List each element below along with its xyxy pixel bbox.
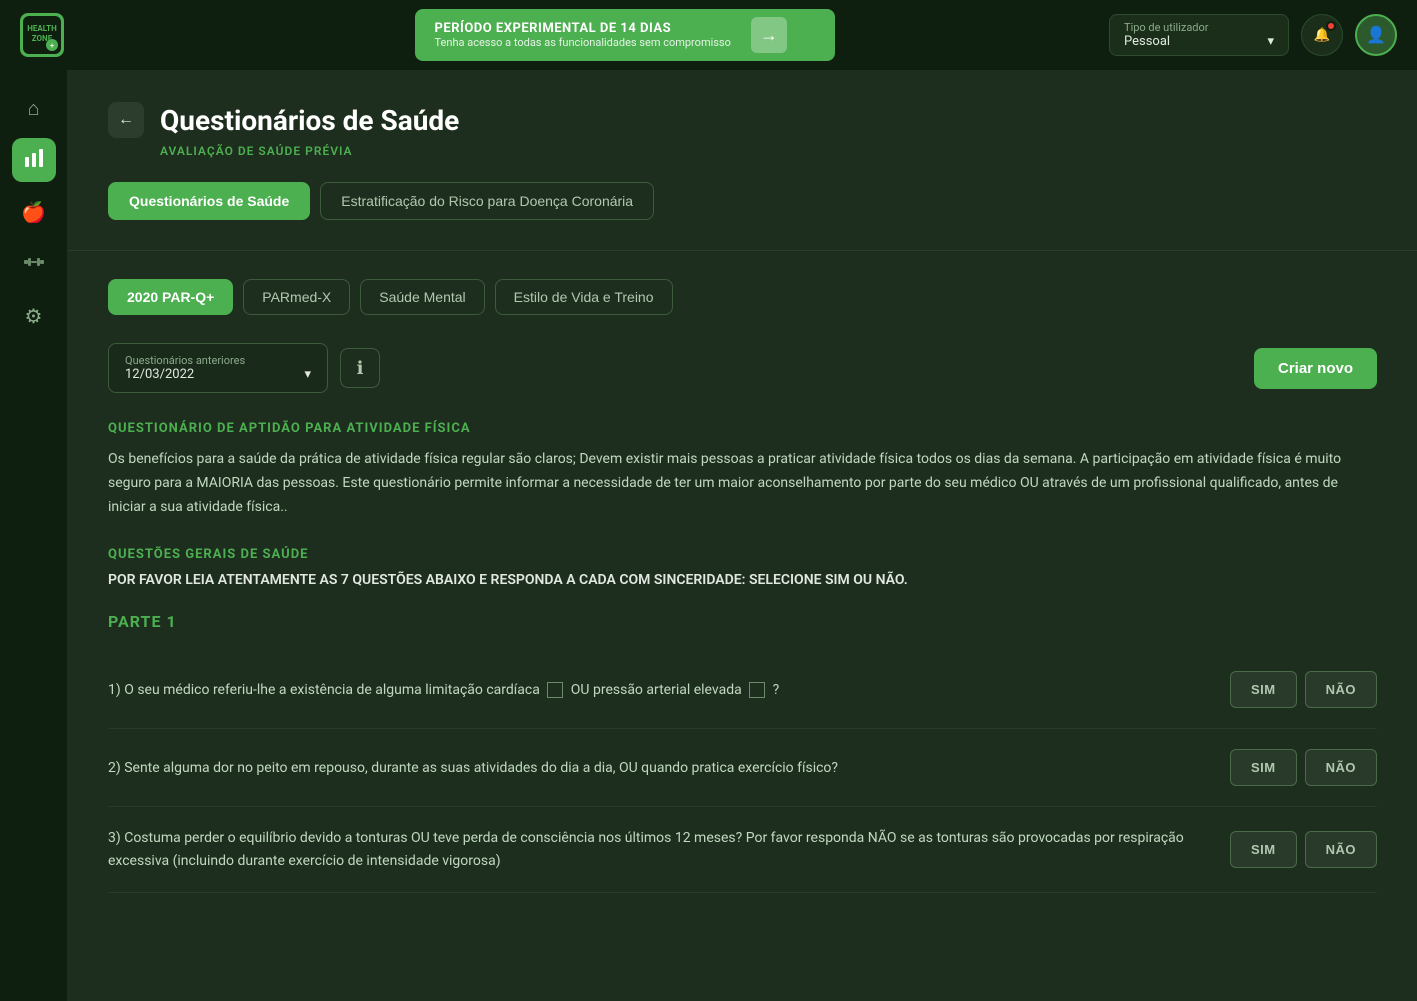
controls-row: Questionários anteriores 12/03/2022 ▾ ℹ … [108,343,1377,393]
home-icon: ⌂ [27,96,39,121]
sub-tabs: 2020 PAR-Q+ PARmed-X Saúde Mental Estilo… [108,279,1377,315]
trial-title: PERÍODO EXPERIMENTAL DE 14 DIAS [435,21,731,36]
q2-answer-buttons: SIM NÃO [1230,749,1377,786]
nav-right: Tipo de utilizador Pessoal ▾ 🔔 👤 [1109,14,1397,56]
trial-sub: Tenha acesso a todas as funcionalidades … [435,36,731,49]
topnav: HEALTH ZONE + PERÍODO EXPERIMENTAL DE 14… [0,0,1417,70]
page-header: ← Questionários de Saúde [108,102,1377,138]
logo-icon: HEALTH ZONE + [20,13,64,57]
user-type-value: Pessoal ▾ [1124,34,1274,49]
tab-stratification[interactable]: Estratificação do Risco para Doença Coro… [320,182,654,220]
subtab-parmed[interactable]: PARmed-X [243,279,350,315]
q1-text-before: 1) O seu médico referiu-lhe a existência… [108,682,543,698]
q2-sim-button[interactable]: SIM [1230,749,1297,786]
sidebar-item-settings[interactable]: ⚙ [12,294,56,338]
avatar-button[interactable]: 👤 [1355,14,1397,56]
q3-sim-button[interactable]: SIM [1230,831,1297,868]
page-title: Questionários de Saúde [160,104,459,137]
page-subtitle: AVALIAÇÃO DE SAÚDE PRÉVIA [160,144,1377,158]
apple-icon: 🍎 [21,200,46,224]
trial-box[interactable]: PERÍODO EXPERIMENTAL DE 14 DIAS Tenha ac… [415,9,835,61]
q1-text-after: ? [773,682,780,698]
trial-arrow-button[interactable]: → [751,17,787,53]
q3-nao-button[interactable]: NÃO [1305,831,1377,868]
question-2-text: 2) Sente alguma dor no peito em repouso,… [108,757,1214,779]
question-row-3: 3) Costuma perder o equilíbrio devido a … [108,807,1377,893]
q2-nao-button[interactable]: NÃO [1305,749,1377,786]
subtab-lifestyle[interactable]: Estilo de Vida e Treino [495,279,673,315]
chevron-down-icon: ▾ [304,367,311,382]
q1-sim-button[interactable]: SIM [1230,671,1297,708]
user-icon: 👤 [1366,25,1386,45]
svg-text:+: + [50,42,54,50]
question-1-text: 1) O seu médico referiu-lhe a existência… [108,679,1214,701]
sidebar-item-home[interactable]: ⌂ [12,86,56,130]
notification-badge [1326,21,1336,31]
q1-answer-buttons: SIM NÃO [1230,671,1377,708]
dropdown-value: 12/03/2022 ▾ [125,367,311,382]
notifications-button[interactable]: 🔔 [1301,14,1343,56]
svg-text:HEALTH: HEALTH [27,24,57,33]
main-tabs: Questionários de Saúde Estratificação do… [108,182,1377,220]
sidebar-item-nutrition[interactable]: 🍎 [12,190,56,234]
info-icon: ℹ [357,358,364,379]
logo-area: HEALTH ZONE + [20,13,140,57]
user-type-dropdown[interactable]: Tipo de utilizador Pessoal ▾ [1109,14,1289,56]
settings-icon: ⚙ [25,304,43,328]
q1-checkbox1[interactable] [547,682,563,698]
section2-title: QUESTÕES GERAIS DE SAÚDE [108,547,1377,562]
question-row-2: 2) Sente alguma dor no peito em repouso,… [108,729,1377,807]
chart-icon [23,147,45,174]
layout: ⌂ 🍎 [0,70,1417,1001]
previous-questionnaires-dropdown[interactable]: Questionários anteriores 12/03/2022 ▾ [108,343,328,393]
question-row-1: 1) O seu médico referiu-lhe a existência… [108,651,1377,729]
part1-label: PARTE 1 [108,612,1377,631]
user-type-label: Tipo de utilizador [1124,21,1274,34]
q3-answer-buttons: SIM NÃO [1230,831,1377,868]
section1-desc: Os benefícios para a saúde da prática de… [108,448,1377,519]
back-button[interactable]: ← [108,102,144,138]
sidebar-item-training[interactable] [12,242,56,286]
questionnaire-content: QUESTIONÁRIO DE APTIDÃO PARA ATIVIDADE F… [108,421,1377,893]
q1-nao-button[interactable]: NÃO [1305,671,1377,708]
chevron-down-icon: ▾ [1267,34,1274,49]
question-3-text: 3) Costuma perder o equilíbrio devido a … [108,827,1214,872]
section1-title: QUESTIONÁRIO DE APTIDÃO PARA ATIVIDADE F… [108,421,1377,436]
subtab-parq[interactable]: 2020 PAR-Q+ [108,279,233,315]
q1-text-middle: OU pressão arterial elevada [571,682,745,698]
main-content: ← Questionários de Saúde AVALIAÇÃO DE SA… [68,70,1417,1001]
q1-checkbox2[interactable] [749,682,765,698]
info-button[interactable]: ℹ [340,348,380,388]
divider [68,250,1417,251]
trial-text: PERÍODO EXPERIMENTAL DE 14 DIAS Tenha ac… [435,21,731,49]
sidebar: ⌂ 🍎 [0,70,68,1001]
dumbbell-icon [23,251,45,278]
create-new-button[interactable]: Criar novo [1254,348,1377,389]
subtab-mental[interactable]: Saúde Mental [360,279,484,315]
trial-banner: PERÍODO EXPERIMENTAL DE 14 DIAS Tenha ac… [160,9,1089,61]
dropdown-label: Questionários anteriores [125,354,311,367]
sidebar-item-chart[interactable] [12,138,56,182]
instruction-text: POR FAVOR LEIA ATENTAMENTE AS 7 QUESTÕES… [108,572,1377,588]
tab-questionnaires[interactable]: Questionários de Saúde [108,182,310,220]
